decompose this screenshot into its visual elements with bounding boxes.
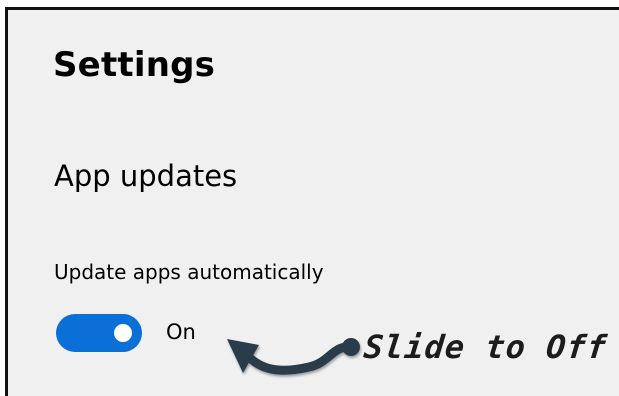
settings-window: Settings App updates Update apps automat… (5, 7, 619, 396)
auto-update-label: Update apps automatically (54, 260, 324, 284)
section-title-app-updates: App updates (54, 159, 238, 193)
toggle-state-text: On (166, 320, 196, 344)
annotation-text: Slide to Off (362, 328, 610, 366)
auto-update-toggle[interactable] (56, 314, 142, 352)
page-title: Settings (53, 45, 216, 85)
toggle-knob[interactable] (114, 324, 132, 342)
curved-arrow-left-icon (227, 338, 360, 375)
